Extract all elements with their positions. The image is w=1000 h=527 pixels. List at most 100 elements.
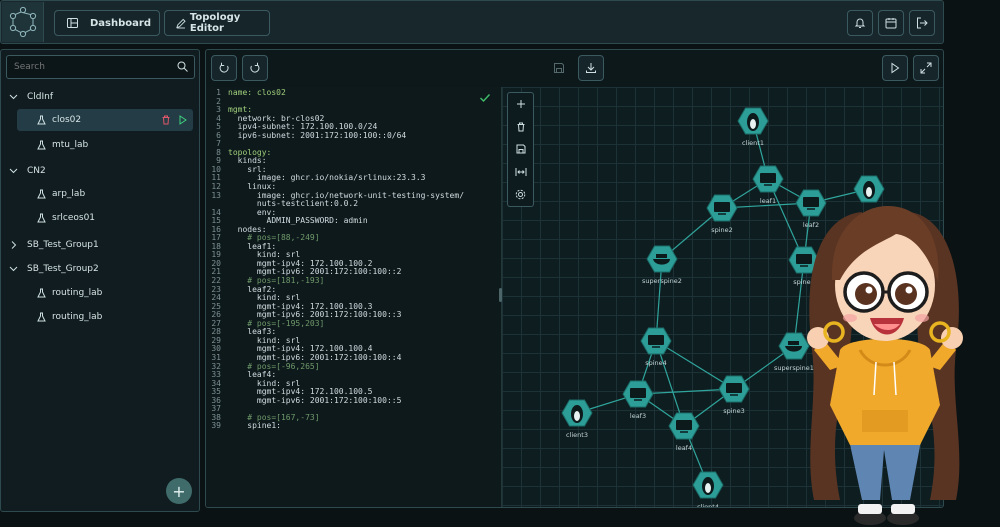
redo-icon [250, 62, 260, 73]
lab-label: srlceos01 [52, 213, 96, 223]
lab-item-srlceos01[interactable]: srlceos01 [17, 207, 193, 229]
group-cn2[interactable]: CN2 [9, 160, 193, 182]
node-leaf4[interactable]: leaf4 [668, 412, 700, 452]
code-text: name: clos02 [228, 88, 286, 97]
lab-item-routing-lab[interactable]: routing_lab [17, 282, 193, 304]
code-text: spine1: [228, 421, 281, 431]
redo-button[interactable] [242, 55, 268, 81]
node-label: leaf1 [760, 197, 776, 205]
linux-penguin-belly [574, 411, 580, 421]
node-client2[interactable] [853, 175, 885, 203]
lab-label: mtu_lab [52, 140, 89, 150]
node-superspine2[interactable]: superspine2 [642, 245, 682, 285]
code-line: 36 mgmt-ipv6: 2001:172:100:100::5 [206, 395, 501, 406]
layout-settings-button[interactable] [508, 183, 533, 206]
group-sb-test-group2[interactable]: SB_Test_Group2 [9, 258, 193, 280]
docker-containers [788, 341, 799, 345]
chevron-down-icon [9, 266, 18, 272]
download-button[interactable] [578, 55, 604, 81]
node-label: spine3 [723, 407, 745, 415]
download-icon [586, 63, 596, 73]
flask-icon [37, 213, 46, 223]
lab-item-routing-lab[interactable]: routing_lab [17, 306, 193, 328]
router-icon [648, 335, 664, 345]
add-lab-button[interactable]: + [166, 478, 192, 504]
node-spine4[interactable]: spine4 [640, 327, 672, 367]
code-line: 1 name: clos02 [206, 88, 501, 98]
chevron-down-icon [9, 168, 18, 174]
router-icon [726, 383, 742, 393]
topology-link[interactable] [655, 340, 735, 390]
lab-item-arp-lab[interactable]: arp_lab [17, 183, 193, 205]
search-icon[interactable] [177, 61, 188, 72]
topology-editor-label: Topology Editor [189, 12, 241, 34]
chevron-right-icon [11, 241, 17, 249]
node-client4[interactable]: client4 [692, 471, 724, 508]
line-number: 39 [211, 421, 221, 431]
save-button[interactable] [546, 55, 572, 81]
node-label: superspine2 [642, 277, 682, 285]
app-logo[interactable] [2, 2, 44, 42]
dashboard-button[interactable]: Dashboard [54, 10, 160, 36]
search-input[interactable] [7, 56, 167, 78]
trash-icon[interactable] [161, 115, 171, 125]
top-bar: Dashboard Topology Editor [0, 0, 944, 44]
gear-icon [515, 189, 526, 200]
lab-item-clos02[interactable]: clos02 [17, 109, 193, 131]
topology-editor-button[interactable]: Topology Editor [164, 10, 270, 36]
lab-sidebar: CldInf clos02 mtu_lab CN2 arp_lab srlceo… [0, 49, 200, 512]
chevron-down-icon [9, 94, 18, 100]
flask-icon [37, 189, 46, 199]
fit-view-button[interactable] [508, 161, 533, 184]
save-icon [554, 63, 564, 73]
deploy-button[interactable] [882, 55, 908, 81]
router-icon [676, 420, 692, 430]
valid-check-icon [480, 94, 491, 103]
expand-icon [920, 62, 932, 74]
linux-penguin-belly [750, 119, 756, 129]
code-line: 39 spine1: [206, 422, 501, 431]
delete-node-button[interactable] [508, 116, 533, 139]
node-spine2[interactable]: spine2 [706, 194, 738, 234]
flask-icon [37, 312, 46, 322]
node-leaf1[interactable]: leaf1 [752, 165, 784, 205]
fullscreen-button[interactable] [913, 55, 939, 81]
mascot-illustration [807, 206, 963, 525]
canvas-toolbar [507, 92, 534, 207]
docker-containers [656, 254, 667, 258]
yaml-code-editor[interactable]: 1 name: clos02 2 3 mgmt: 4 network: br-clos02… [206, 87, 501, 507]
play-icon[interactable] [179, 115, 187, 125]
calendar-icon [885, 18, 897, 29]
linux-penguin-belly [866, 187, 872, 197]
group-label: CN2 [27, 166, 46, 176]
save-layout-button[interactable] [508, 138, 533, 161]
flask-icon [37, 115, 46, 125]
fit-width-icon [515, 168, 526, 177]
router-icon [714, 202, 730, 212]
group-sb-test-group1[interactable]: SB_Test_Group1 [9, 234, 193, 256]
group-cldinf[interactable]: CldInf [9, 86, 193, 108]
node-label: client1 [742, 139, 764, 147]
undo-button[interactable] [211, 55, 237, 81]
calendar-button[interactable] [878, 10, 904, 36]
flask-icon [37, 288, 46, 298]
router-icon [630, 388, 646, 398]
node-spine3[interactable]: spine3 [718, 375, 750, 415]
router-icon [760, 173, 776, 183]
lab-label: routing_lab [52, 312, 103, 322]
bell-icon [854, 18, 866, 28]
logout-button[interactable] [909, 10, 935, 36]
node-client1[interactable]: client1 [737, 107, 769, 147]
code-text: mgmt-ipv6: 2001:172:100:100::5 [228, 395, 402, 405]
lab-actions [161, 115, 187, 125]
node-leaf3[interactable]: leaf3 [622, 380, 654, 420]
search-box [6, 55, 195, 79]
notifications-button[interactable] [847, 10, 873, 36]
node-label: leaf4 [676, 444, 692, 452]
node-client3[interactable]: client3 [561, 399, 593, 439]
node-label: spine2 [711, 226, 733, 234]
lab-item-mtu-lab[interactable]: mtu_lab [17, 134, 193, 156]
line-number: 13 [211, 190, 221, 200]
code-line: 6 ipv6-subnet: 2001:172:100:100::0/64 [206, 131, 501, 141]
add-node-button[interactable] [508, 93, 533, 116]
